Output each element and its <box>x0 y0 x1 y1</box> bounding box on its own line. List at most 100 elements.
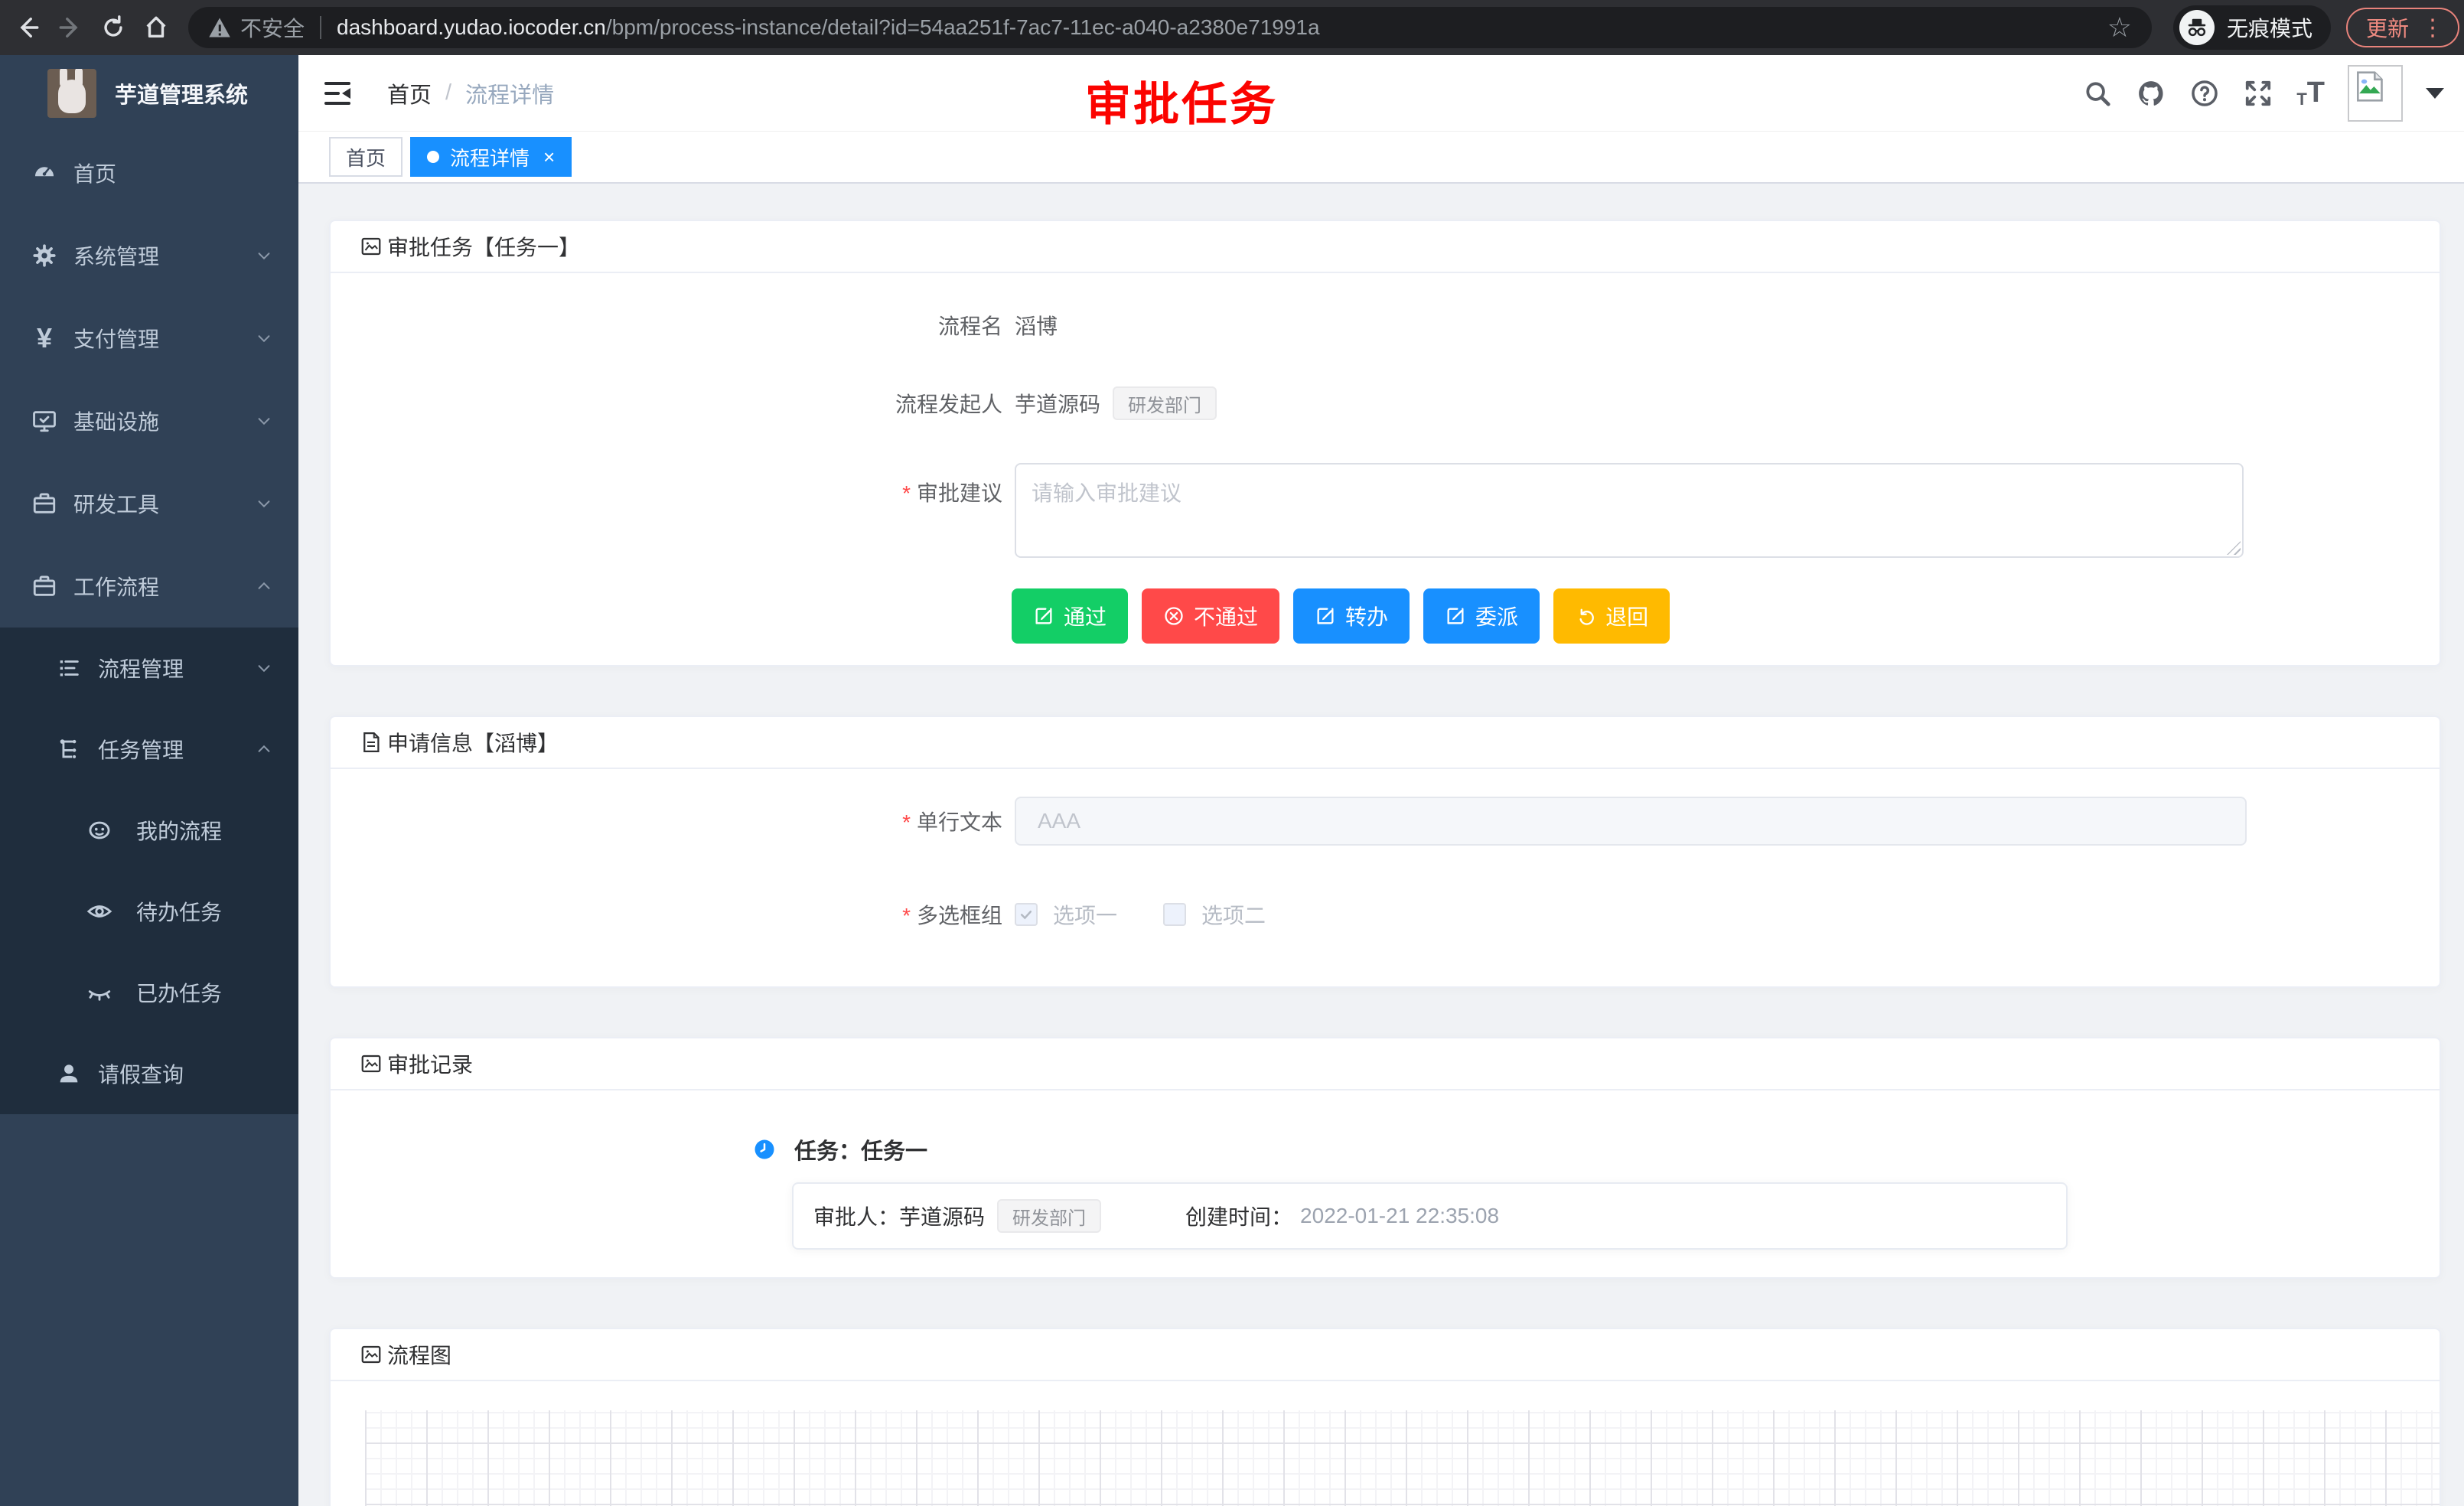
sidebar-item-devtools[interactable]: 研发工具 <box>0 462 298 545</box>
not-secure-label: 不安全 <box>240 12 305 43</box>
dept-tag: 研发部门 <box>997 1199 1101 1233</box>
sidebar-item-label: 我的流程 <box>136 815 222 846</box>
process-starter-label: 流程发起人 <box>331 388 1015 419</box>
reject-button[interactable]: 不通过 <box>1142 588 1279 644</box>
approval-record-card-header: 审批记录 <box>331 1038 2440 1090</box>
card-title: 审批记录 <box>387 1048 473 1079</box>
eye-closed-icon <box>86 979 113 1006</box>
bookmark-star-icon[interactable]: ☆ <box>2107 14 2132 41</box>
avatar-caret-icon[interactable] <box>2426 88 2444 99</box>
single-text-label: 单行文本 <box>331 806 1015 836</box>
timeline-node: 任务：任务一 <box>753 1133 2440 1165</box>
checkbox-label: 选项一 <box>1053 899 1117 930</box>
dashboard-icon <box>31 159 58 187</box>
active-tab-dot <box>427 151 439 163</box>
sidebar-item-infra[interactable]: 基础设施 <box>0 380 298 462</box>
tab-home[interactable]: 首页 <box>329 137 403 177</box>
chevron-down-icon <box>256 660 272 676</box>
font-size-icon[interactable]: TT <box>2296 77 2325 109</box>
breadcrumb-separator: / <box>445 80 451 106</box>
sidebar: 芋道管理系统 首页 系统管理 ¥ 支付管理 <box>0 55 298 1506</box>
approval-task-card: 审批任务【任务一】 流程名 滔博 流程发起人 芋道源码 研发部门 <box>329 220 2441 667</box>
approver-name: 芋道源码 <box>899 1201 985 1231</box>
breadcrumb-home[interactable]: 首页 <box>387 77 432 109</box>
picture-icon <box>360 1052 383 1075</box>
checkbox-option-2[interactable]: 选项二 <box>1163 899 1266 930</box>
card-title: 申请信息【滔博】 <box>387 727 559 758</box>
bpmn-canvas-grid[interactable] <box>365 1410 2440 1506</box>
sidebar-item-system[interactable]: 系统管理 <box>0 214 298 297</box>
task-title: 任务：任务一 <box>794 1133 927 1165</box>
approval-task-card-body: 流程名 滔博 流程发起人 芋道源码 研发部门 审批建议 请输入审批建议 <box>331 310 2440 665</box>
incognito-label: 无痕模式 <box>2227 12 2312 43</box>
edit-icon <box>1315 605 1336 627</box>
process-name-value: 滔博 <box>1015 310 1058 341</box>
process-diagram-card-header: 流程图 <box>331 1329 2440 1381</box>
help-icon[interactable] <box>2189 78 2220 109</box>
sidebar-item-leave-query[interactable]: 请假查询 <box>0 1033 298 1114</box>
fullscreen-icon[interactable] <box>2243 78 2273 109</box>
edit-icon <box>1033 605 1054 627</box>
picture-icon <box>360 1343 383 1366</box>
sidebar-item-label: 基础设施 <box>73 406 159 436</box>
update-label: 更新 <box>2366 12 2409 43</box>
browser-menu-dots-icon: ⋮ <box>2421 15 2444 41</box>
card-title: 审批任务【任务一】 <box>387 231 580 262</box>
transfer-button[interactable]: 转办 <box>1293 588 1410 644</box>
checkbox-group-label: 多选框组 <box>331 899 1015 930</box>
sidebar-logo-row[interactable]: 芋道管理系统 <box>0 55 298 132</box>
screen: 不安全 dashboard.yudao.iocoder.cn/bpm/proce… <box>0 0 2464 1506</box>
suggest-placeholder: 请输入审批建议 <box>1032 481 1181 505</box>
sidebar-menu: 首页 系统管理 ¥ 支付管理 基础设施 <box>0 132 298 1114</box>
sidebar-item-process-mgmt[interactable]: 流程管理 <box>0 628 298 709</box>
browser-update-menu-button[interactable]: 更新 ⋮ <box>2346 8 2459 47</box>
breadcrumb: 首页 / 流程详情 <box>387 77 554 109</box>
browser-forward-button[interactable] <box>49 6 92 49</box>
sidebar-item-label: 系统管理 <box>73 240 159 271</box>
approval-buttons-row: 通过 不通过 转办 委派 <box>1012 588 2440 665</box>
sidebar-item-label: 请假查询 <box>98 1058 184 1089</box>
search-icon[interactable] <box>2082 78 2113 109</box>
textarea-resize-handle[interactable] <box>2227 541 2241 555</box>
tabbar: 首页 流程详情 × <box>298 132 2464 184</box>
yen-icon: ¥ <box>31 324 58 352</box>
tab-close-icon[interactable]: × <box>543 147 555 167</box>
tab-process-detail[interactable]: 流程详情 × <box>410 137 572 177</box>
single-text-input[interactable]: AAA <box>1015 797 2247 846</box>
approval-record-card-body: 任务：任务一 审批人： 芋道源码 研发部门 创建时间： 2022-01-21 2… <box>331 1133 2440 1250</box>
reload-icon <box>100 15 126 41</box>
card-title: 流程图 <box>387 1339 451 1370</box>
browser-reload-button[interactable] <box>92 6 135 49</box>
single-text-row: 单行文本 AAA <box>331 797 2440 846</box>
avatar[interactable] <box>2348 65 2403 122</box>
process-starter-value: 芋道源码 研发部门 <box>1015 386 1217 420</box>
single-text-value: AAA <box>1038 809 1080 833</box>
checkbox-checked-icon <box>1015 903 1038 926</box>
sidebar-collapse-icon[interactable] <box>324 82 350 105</box>
return-button[interactable]: 退回 <box>1553 588 1670 644</box>
delegate-button[interactable]: 委派 <box>1423 588 1540 644</box>
monitor-icon <box>31 407 58 435</box>
sidebar-item-task-mgmt[interactable]: 任务管理 <box>0 709 298 790</box>
application-info-card: 申请信息【滔博】 单行文本 AAA 多选框组 <box>329 716 2441 988</box>
github-icon[interactable] <box>2136 78 2166 109</box>
sidebar-item-home[interactable]: 首页 <box>0 132 298 214</box>
sidebar-item-done-tasks[interactable]: 已办任务 <box>0 952 298 1033</box>
browser-back-button[interactable] <box>6 6 49 49</box>
application-info-card-body: 单行文本 AAA 多选框组 选项一 <box>331 797 2440 986</box>
chevron-up-icon <box>256 578 272 595</box>
browser-chrome: 不安全 dashboard.yudao.iocoder.cn/bpm/proce… <box>0 0 2464 55</box>
checkbox-option-1[interactable]: 选项一 <box>1015 899 1117 930</box>
sidebar-item-workflow[interactable]: 工作流程 <box>0 545 298 628</box>
tab-label: 首页 <box>346 143 386 171</box>
suggest-textarea[interactable]: 请输入审批建议 <box>1015 463 2244 558</box>
url-bar[interactable]: 不安全 dashboard.yudao.iocoder.cn/bpm/proce… <box>188 7 2152 48</box>
sidebar-item-todo-tasks[interactable]: 待办任务 <box>0 871 298 952</box>
sidebar-item-label: 支付管理 <box>73 323 159 354</box>
approve-button[interactable]: 通过 <box>1012 588 1128 644</box>
url-divider <box>320 16 321 39</box>
sidebar-item-my-process[interactable]: 我的流程 <box>0 790 298 871</box>
sidebar-item-payment[interactable]: ¥ 支付管理 <box>0 297 298 380</box>
browser-home-button[interactable] <box>135 6 178 49</box>
process-diagram-card-body <box>331 1410 2440 1506</box>
